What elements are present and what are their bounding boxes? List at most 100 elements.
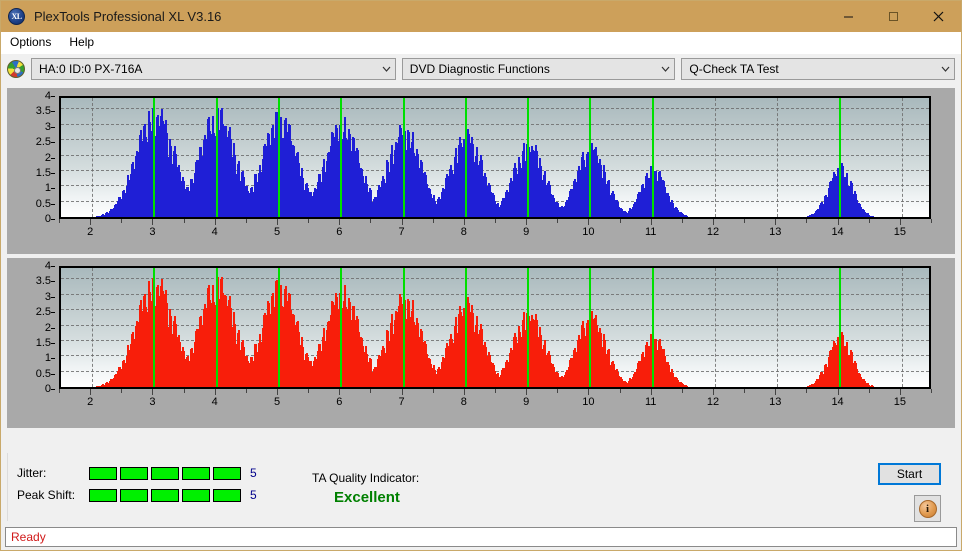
chart-bottom-y-axis: 00.511.522.533.54	[7, 258, 55, 397]
x-axis-tick	[370, 219, 371, 223]
start-button[interactable]: Start	[878, 463, 941, 485]
meter-segment	[120, 467, 148, 480]
meter-segment	[213, 489, 241, 502]
jitter-label: Jitter:	[17, 466, 89, 480]
y-axis-tick	[51, 266, 55, 267]
x-axis-tick	[900, 219, 901, 225]
meter-segment	[182, 489, 210, 502]
chart-bottom: 00.511.522.533.54 23456789101112131415	[7, 258, 955, 428]
meter-segment	[89, 489, 117, 502]
gridline-h	[61, 108, 929, 109]
chart-top-x-axis: 23456789101112131415	[59, 219, 931, 253]
x-axis-tick	[651, 389, 652, 395]
jitter-meter	[89, 467, 241, 480]
x-axis-tick	[308, 219, 309, 223]
status-bar: Ready	[5, 527, 957, 547]
x-axis-tick	[838, 219, 839, 225]
x-axis-tick	[402, 389, 403, 395]
drive-select-value: HA:0 ID:0 PX-716A	[39, 62, 378, 76]
chevron-down-icon	[937, 66, 954, 72]
meter-segment	[89, 467, 117, 480]
y-axis-tick	[51, 111, 55, 112]
y-axis-label: 2.5	[36, 136, 51, 148]
chevron-down-icon	[378, 66, 395, 72]
track-marker	[839, 268, 841, 387]
track-marker	[465, 98, 467, 217]
test-select-value: Q-Check TA Test	[689, 62, 937, 76]
x-axis-label: 13	[769, 226, 781, 238]
y-axis-tick	[51, 343, 55, 344]
track-marker	[340, 268, 342, 387]
x-axis-tick	[59, 219, 60, 223]
selector-toolbar: HA:0 ID:0 PX-716A DVD Diagnostic Functio…	[1, 54, 961, 84]
x-axis-tick	[713, 219, 714, 225]
jitter-row: Jitter: 5	[17, 466, 257, 480]
x-axis-label: 9	[523, 396, 529, 408]
x-axis-label: 12	[707, 226, 719, 238]
meter-segment	[182, 467, 210, 480]
info-icon: i	[919, 500, 937, 518]
x-axis-label: 11	[645, 226, 656, 238]
meter-segment	[213, 467, 241, 480]
x-axis-tick	[464, 219, 465, 225]
x-axis-label: 9	[523, 226, 529, 238]
x-axis-label: 8	[461, 226, 467, 238]
x-axis-tick	[557, 219, 558, 223]
x-axis-label: 7	[399, 226, 405, 238]
x-axis-tick	[588, 219, 589, 225]
info-button[interactable]: i	[914, 495, 941, 522]
y-axis-tick	[51, 328, 55, 329]
meter-segment	[120, 489, 148, 502]
track-marker	[527, 98, 529, 217]
y-axis-label: 0.5	[36, 368, 51, 380]
x-axis-label: 14	[831, 226, 843, 238]
maximize-icon[interactable]	[871, 1, 916, 32]
x-axis-label: 11	[645, 396, 656, 408]
close-icon[interactable]	[916, 1, 961, 32]
drive-select[interactable]: HA:0 ID:0 PX-716A	[31, 58, 396, 80]
x-axis-tick	[339, 389, 340, 395]
gridline-v	[92, 98, 93, 217]
minimize-icon[interactable]	[826, 1, 871, 32]
x-axis-tick	[184, 219, 185, 223]
x-axis-tick	[121, 219, 122, 223]
x-axis-tick	[277, 389, 278, 395]
gridline-h	[61, 170, 929, 171]
x-axis-tick	[370, 389, 371, 393]
x-axis-tick	[651, 219, 652, 225]
x-axis-tick	[495, 389, 496, 393]
test-select[interactable]: Q-Check TA Test	[681, 58, 955, 80]
x-axis-label: 5	[274, 396, 280, 408]
x-axis-tick	[557, 389, 558, 393]
x-axis-tick	[869, 219, 870, 223]
menu-item-options[interactable]: Options	[1, 32, 60, 53]
menu-item-help[interactable]: Help	[60, 32, 103, 53]
y-axis-tick	[51, 358, 55, 359]
track-marker	[527, 268, 529, 387]
x-axis-tick	[433, 389, 434, 393]
x-axis-tick	[215, 389, 216, 395]
x-axis-tick	[931, 219, 932, 223]
x-axis-label: 8	[461, 396, 467, 408]
function-select[interactable]: DVD Diagnostic Functions	[402, 58, 676, 80]
y-axis-tick	[51, 281, 55, 282]
x-axis-tick	[713, 389, 714, 395]
x-axis-label: 12	[707, 396, 719, 408]
x-axis-tick	[620, 389, 621, 393]
chart-top-plot	[59, 96, 931, 219]
x-axis-tick	[682, 219, 683, 223]
peak-shift-label: Peak Shift:	[17, 488, 89, 502]
x-axis-tick	[339, 219, 340, 225]
gridline-h	[61, 124, 929, 125]
x-axis-tick	[402, 219, 403, 225]
gridline-v	[902, 268, 903, 387]
track-marker	[216, 268, 218, 387]
x-axis-tick	[620, 219, 621, 223]
x-axis-tick	[184, 389, 185, 393]
window-title: PlexTools Professional XL V3.16	[34, 9, 221, 24]
y-axis-tick	[51, 96, 55, 97]
x-axis-tick	[526, 219, 527, 225]
ta-quality-label: TA Quality Indicator:	[312, 471, 419, 485]
peak-shift-row: Peak Shift: 5	[17, 488, 257, 502]
window-controls	[826, 1, 961, 32]
